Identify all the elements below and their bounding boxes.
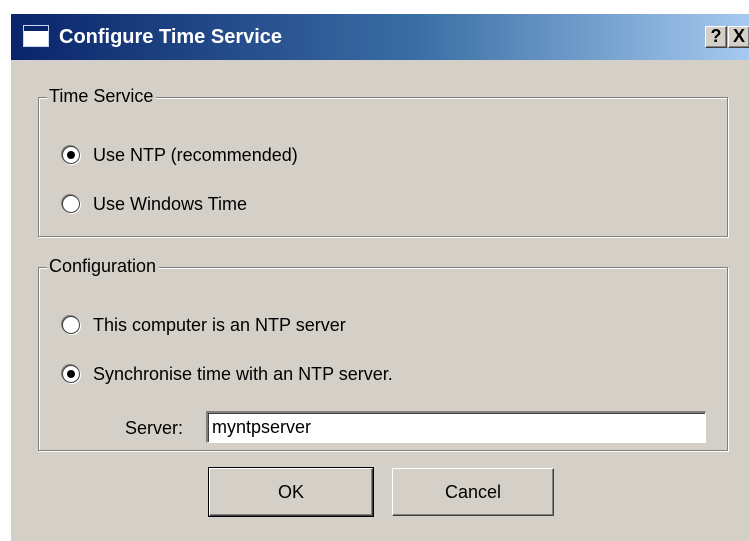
sync-ntp-radio-circle[interactable]	[62, 365, 80, 383]
server-label: Server:	[125, 418, 184, 438]
title-bar[interactable]: Configure Time Service ? X	[11, 14, 749, 60]
close-button[interactable]: X	[728, 26, 749, 48]
configuration-group: Configuration This computer is an NTP se…	[38, 254, 728, 451]
ntp-server-radio-circle[interactable]	[62, 316, 80, 334]
use-windows-time-label: Use Windows Time	[93, 193, 248, 214]
time-service-legend: Time Service	[47, 84, 157, 108]
window-icon	[23, 25, 49, 47]
use-ntp-radio[interactable]: Use NTP (recommended)	[62, 142, 298, 168]
time-service-group: Time Service Use NTP (recommended) Use W…	[38, 84, 728, 237]
use-ntp-radio-circle[interactable]	[62, 146, 80, 164]
window-title: Configure Time Service	[59, 26, 283, 48]
sync-ntp-label: Synchronise time with an NTP server.	[93, 363, 393, 384]
configure-time-service-dialog: Configure Time Service ? X Time Service …	[10, 14, 749, 541]
ntp-server-label: This computer is an NTP server	[93, 314, 346, 335]
use-windows-time-radio-circle[interactable]	[62, 195, 80, 213]
sync-ntp-radio[interactable]: Synchronise time with an NTP server.	[62, 361, 393, 387]
ok-button[interactable]: OK	[208, 467, 374, 517]
help-button[interactable]: ?	[705, 26, 727, 48]
use-ntp-label: Use NTP (recommended)	[93, 144, 298, 165]
configuration-legend: Configuration	[47, 254, 160, 278]
server-input[interactable]	[206, 411, 706, 443]
use-windows-time-radio[interactable]: Use Windows Time	[62, 191, 247, 217]
ntp-server-radio[interactable]: This computer is an NTP server	[62, 312, 346, 338]
cancel-button[interactable]: Cancel	[392, 468, 554, 516]
